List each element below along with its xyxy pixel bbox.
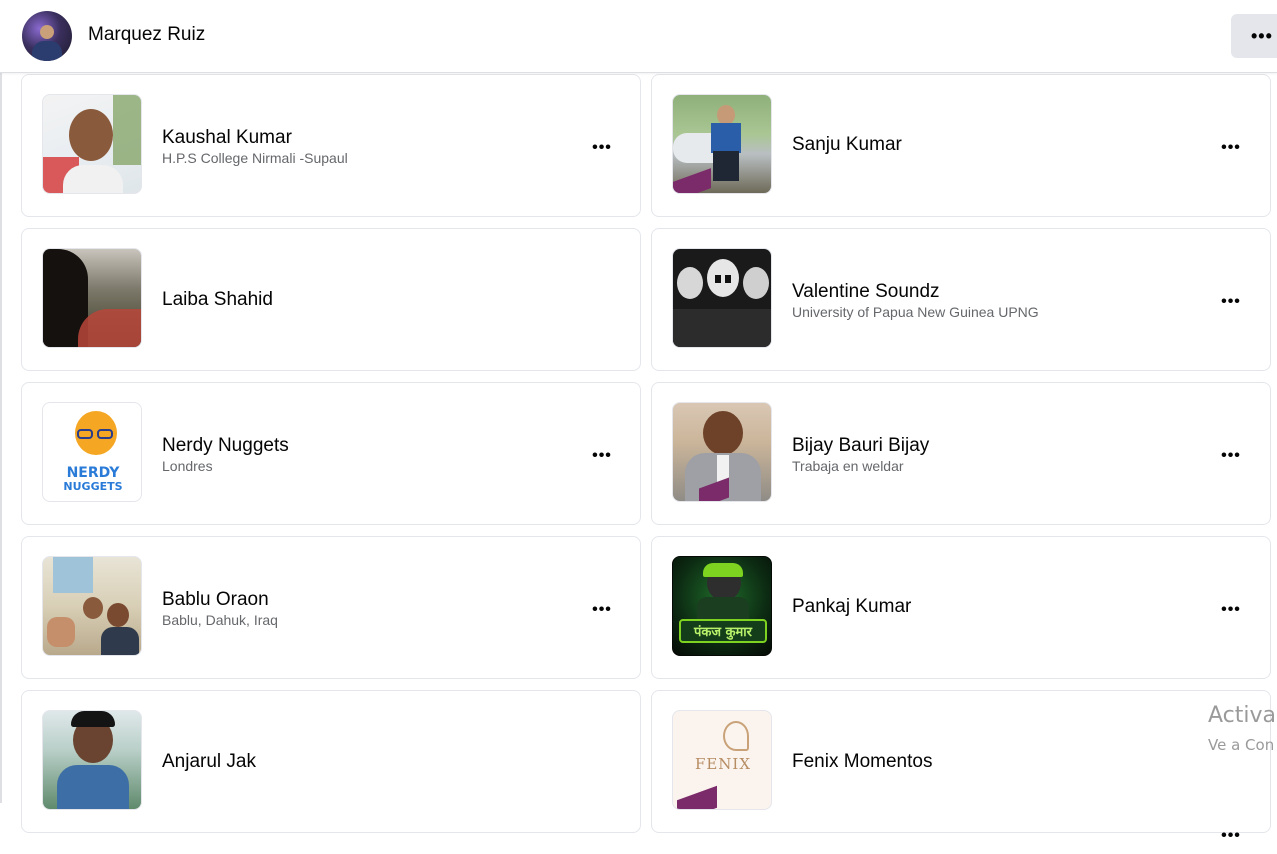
friends-grid: Kaushal Kumar H.P.S College Nirmali -Sup… <box>21 74 1277 844</box>
windows-activation-watermark: Activa Ve a Con <box>1208 703 1276 754</box>
friend-subtitle: Londres <box>162 458 213 474</box>
friend-photo[interactable] <box>42 710 142 810</box>
profile-header: Marquez Ruiz ••• <box>0 0 1277 73</box>
friend-photo[interactable] <box>672 402 772 502</box>
friend-photo[interactable] <box>42 248 142 348</box>
friend-card: Sanju Kumar ••• <box>651 74 1271 217</box>
profile-name[interactable]: Marquez Ruiz <box>88 24 205 46</box>
friend-more-button[interactable]: ••• <box>1213 818 1249 854</box>
friend-card: Kaushal Kumar H.P.S College Nirmali -Sup… <box>21 74 641 217</box>
friend-name[interactable]: Valentine Soundz <box>792 281 940 303</box>
ellipsis-icon: ••• <box>1251 25 1273 46</box>
friend-card: पंकज कुमार Pankaj Kumar ••• <box>651 536 1271 679</box>
friend-name[interactable]: Nerdy Nuggets <box>162 435 289 457</box>
friend-card: FENIX Fenix Momentos ••• <box>651 690 1271 844</box>
header-more-button[interactable]: ••• <box>1231 14 1277 58</box>
friend-card: Bijay Bauri Bijay Trabaja en weldar ••• <box>651 382 1271 525</box>
friend-name[interactable]: Anjarul Jak <box>162 751 256 773</box>
friend-photo[interactable] <box>672 94 772 194</box>
friend-subtitle: University of Papua New Guinea UPNG <box>792 304 1039 320</box>
friend-more-button[interactable]: ••• <box>1213 438 1249 474</box>
friend-name[interactable]: Sanju Kumar <box>792 134 902 156</box>
friend-more-button[interactable]: ••• <box>1213 592 1249 628</box>
friend-name[interactable]: Kaushal Kumar <box>162 127 292 149</box>
friend-more-button[interactable]: ••• <box>1213 130 1249 166</box>
friend-photo[interactable]: पंकज कुमार <box>672 556 772 656</box>
profile-avatar[interactable] <box>22 11 72 61</box>
friend-card: Anjarul Jak <box>21 690 641 833</box>
friend-name[interactable]: Fenix Momentos <box>792 751 932 773</box>
friend-more-button[interactable]: ••• <box>1213 284 1249 320</box>
pankaj-banner-text: पंकज कुमार <box>679 619 767 643</box>
nerdy-nuggets-logo-text: NERDY NUGGETS <box>63 465 123 493</box>
friend-photo[interactable] <box>42 556 142 656</box>
friend-name[interactable]: Pankaj Kumar <box>792 596 911 618</box>
friend-photo[interactable]: FENIX <box>672 710 772 810</box>
friend-more-button[interactable]: ••• <box>584 130 620 166</box>
friend-subtitle: H.P.S College Nirmali -Supaul <box>162 150 348 166</box>
friend-photo[interactable] <box>672 248 772 348</box>
watermark-subtitle: Ve a Con <box>1208 736 1275 754</box>
watermark-title: Activa <box>1208 703 1276 728</box>
left-border <box>0 73 2 803</box>
friend-photo[interactable] <box>42 94 142 194</box>
friend-card: Valentine Soundz University of Papua New… <box>651 228 1271 371</box>
friend-card: NERDY NUGGETS Nerdy Nuggets Londres ••• <box>21 382 641 525</box>
friend-subtitle: Bablu, Dahuk, Iraq <box>162 612 278 628</box>
fenix-logo-text: FENIX <box>694 755 752 773</box>
friend-name[interactable]: Bijay Bauri Bijay <box>792 435 929 457</box>
friend-card: Bablu Oraon Bablu, Dahuk, Iraq ••• <box>21 536 641 679</box>
friend-more-button[interactable]: ••• <box>584 592 620 628</box>
friend-name[interactable]: Laiba Shahid <box>162 289 273 311</box>
friend-name[interactable]: Bablu Oraon <box>162 589 269 611</box>
friend-photo[interactable]: NERDY NUGGETS <box>42 402 142 502</box>
friend-more-button[interactable]: ••• <box>584 438 620 474</box>
friend-card: Laiba Shahid <box>21 228 641 371</box>
friend-subtitle: Trabaja en weldar <box>792 458 904 474</box>
